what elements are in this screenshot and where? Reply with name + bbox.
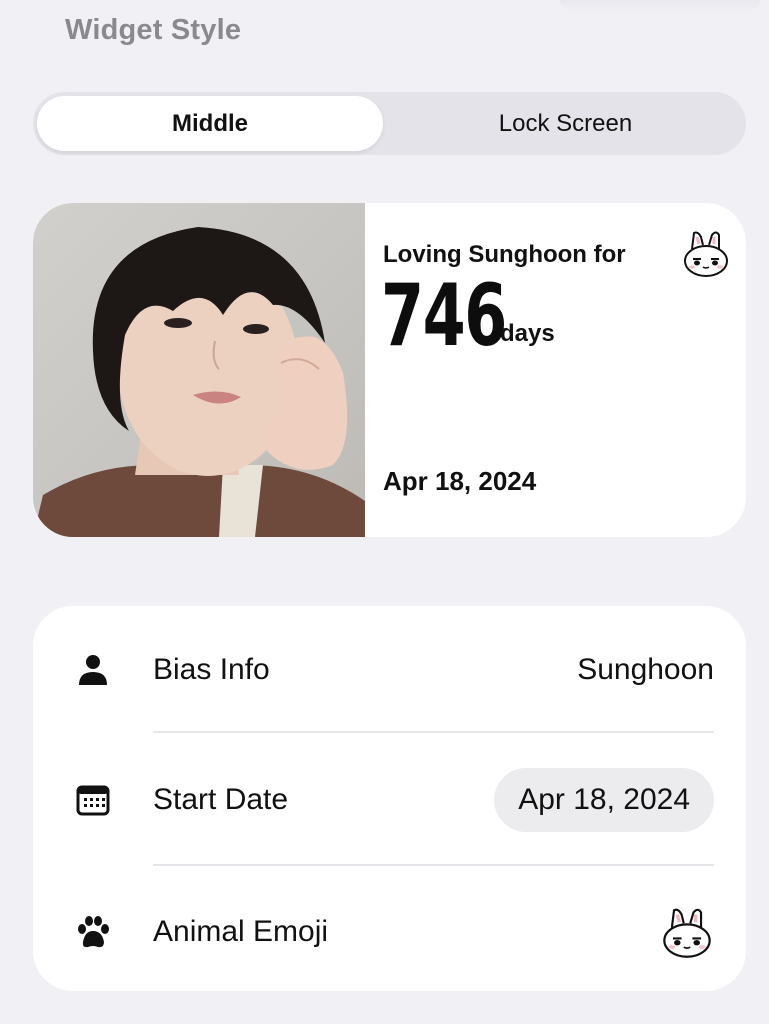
segment-middle[interactable]: Middle	[37, 96, 383, 151]
days-count: 746	[381, 266, 507, 366]
widget-preview[interactable]: Loving Sunghoon for 746 days Apr 18, 202…	[33, 203, 746, 537]
bunny-emoji-icon	[684, 231, 728, 277]
start-date-picker[interactable]: Apr 18, 2024	[494, 768, 714, 832]
top-edge-shadow	[560, 0, 760, 12]
widget-style-segmented-control: Middle Lock Screen	[33, 92, 746, 155]
widget-heading: Loving Sunghoon for	[383, 241, 626, 268]
bias-info-value: Sunghoon	[577, 653, 714, 686]
paw-icon	[78, 916, 109, 948]
animal-emoji-row[interactable]: Animal Emoji	[33, 868, 746, 996]
bias-photo	[33, 203, 365, 537]
bunny-emoji-icon[interactable]	[660, 906, 714, 960]
animal-emoji-label: Animal Emoji	[153, 915, 329, 948]
segment-lock-screen[interactable]: Lock Screen	[389, 96, 742, 151]
days-unit: days	[500, 320, 555, 347]
bias-info-label: Bias Info	[153, 653, 270, 686]
start-date-row[interactable]: Start Date Apr 18, 2024	[33, 736, 746, 864]
start-date-label: Start Date	[153, 783, 289, 816]
bias-info-row[interactable]: Bias Info Sunghoon	[33, 606, 746, 734]
widget-settings-card: Bias Info Sunghoon Start Date Apr 18, 20…	[33, 606, 746, 991]
section-title: Widget Style	[65, 14, 242, 46]
calendar-icon	[76, 785, 110, 816]
widget-start-date: Apr 18, 2024	[383, 466, 537, 496]
row-divider	[153, 731, 714, 733]
person-icon	[79, 655, 107, 685]
row-divider	[153, 864, 714, 866]
